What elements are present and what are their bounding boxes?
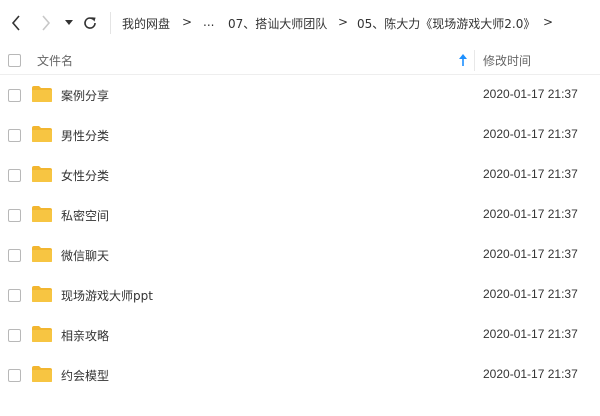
- file-modified-time: 2020-01-17 21:37: [483, 327, 578, 341]
- file-name[interactable]: 约会模型: [61, 367, 109, 384]
- file-modified-time: 2020-01-17 21:37: [483, 287, 578, 301]
- folder-icon: [32, 126, 52, 142]
- file-modified-time: 2020-01-17 21:37: [483, 87, 578, 101]
- file-modified-time: 2020-01-17 21:37: [483, 367, 578, 381]
- select-all-checkbox[interactable]: [8, 54, 21, 67]
- breadcrumb-ellipsis[interactable]: ...: [203, 15, 214, 29]
- file-row[interactable]: 案例分享 2020-01-17 21:37: [0, 75, 600, 115]
- row-checkbox[interactable]: [8, 209, 21, 222]
- forward-button[interactable]: [36, 12, 56, 34]
- column-header-modified[interactable]: 修改时间: [483, 52, 531, 69]
- row-checkbox[interactable]: [8, 329, 21, 342]
- folder-icon: [32, 246, 52, 262]
- back-button[interactable]: [6, 12, 26, 34]
- toolbar-divider: [110, 12, 111, 34]
- file-row[interactable]: 私密空间 2020-01-17 21:37: [0, 195, 600, 235]
- breadcrumb-separator: >: [543, 15, 554, 29]
- refresh-button[interactable]: [80, 12, 100, 34]
- file-name[interactable]: 案例分享: [61, 87, 109, 104]
- file-list-header: 文件名 修改时间: [0, 46, 600, 75]
- file-name[interactable]: 现场游戏大师ppt: [61, 287, 153, 304]
- file-row[interactable]: 约会模型 2020-01-17 21:37: [0, 355, 600, 395]
- folder-icon: [32, 86, 52, 102]
- column-divider: [474, 50, 475, 71]
- folder-icon: [32, 326, 52, 342]
- folder-icon: [32, 166, 52, 182]
- file-name[interactable]: 微信聊天: [61, 247, 109, 264]
- column-header-name[interactable]: 文件名: [37, 52, 73, 69]
- file-modified-time: 2020-01-17 21:37: [483, 167, 578, 181]
- folder-icon: [32, 206, 52, 222]
- toolbar: 我的网盘 > ... 07、搭讪大师团队 > 05、陈大力《现场游戏大师2.0》…: [0, 0, 600, 46]
- file-row[interactable]: 男性分类 2020-01-17 21:37: [0, 115, 600, 155]
- file-row[interactable]: 微信聊天 2020-01-17 21:37: [0, 235, 600, 275]
- file-modified-time: 2020-01-17 21:37: [483, 207, 578, 221]
- breadcrumb-separator: >: [182, 15, 193, 29]
- row-checkbox[interactable]: [8, 289, 21, 302]
- file-row[interactable]: 相亲攻略 2020-01-17 21:37: [0, 315, 600, 355]
- row-checkbox[interactable]: [8, 369, 21, 382]
- folder-icon: [32, 286, 52, 302]
- history-dropdown-button[interactable]: [62, 12, 76, 34]
- row-checkbox[interactable]: [8, 129, 21, 142]
- file-modified-time: 2020-01-17 21:37: [483, 127, 578, 141]
- file-name[interactable]: 私密空间: [61, 207, 109, 224]
- sort-up-icon[interactable]: [458, 53, 468, 67]
- row-checkbox[interactable]: [8, 89, 21, 102]
- folder-icon: [32, 366, 52, 382]
- chevron-left-icon: [11, 15, 20, 31]
- refresh-icon: [84, 17, 96, 29]
- file-name[interactable]: 男性分类: [61, 127, 109, 144]
- file-row[interactable]: 现场游戏大师ppt 2020-01-17 21:37: [0, 275, 600, 315]
- chevron-right-icon: [42, 15, 51, 31]
- file-list: 案例分享 2020-01-17 21:37 男性分类 2020-01-17 21…: [0, 75, 600, 395]
- row-checkbox[interactable]: [8, 249, 21, 262]
- breadcrumb-root[interactable]: 我的网盘: [122, 15, 170, 32]
- row-checkbox[interactable]: [8, 169, 21, 182]
- breadcrumb-folder-current[interactable]: 05、陈大力《现场游戏大师2.0》: [357, 15, 535, 32]
- file-name[interactable]: 相亲攻略: [61, 327, 109, 344]
- file-row[interactable]: 女性分类 2020-01-17 21:37: [0, 155, 600, 195]
- breadcrumb-separator: >: [338, 15, 349, 29]
- caret-down-icon: [65, 20, 73, 25]
- breadcrumb-folder-team[interactable]: 07、搭讪大师团队: [228, 15, 327, 32]
- file-name[interactable]: 女性分类: [61, 167, 109, 184]
- file-modified-time: 2020-01-17 21:37: [483, 247, 578, 261]
